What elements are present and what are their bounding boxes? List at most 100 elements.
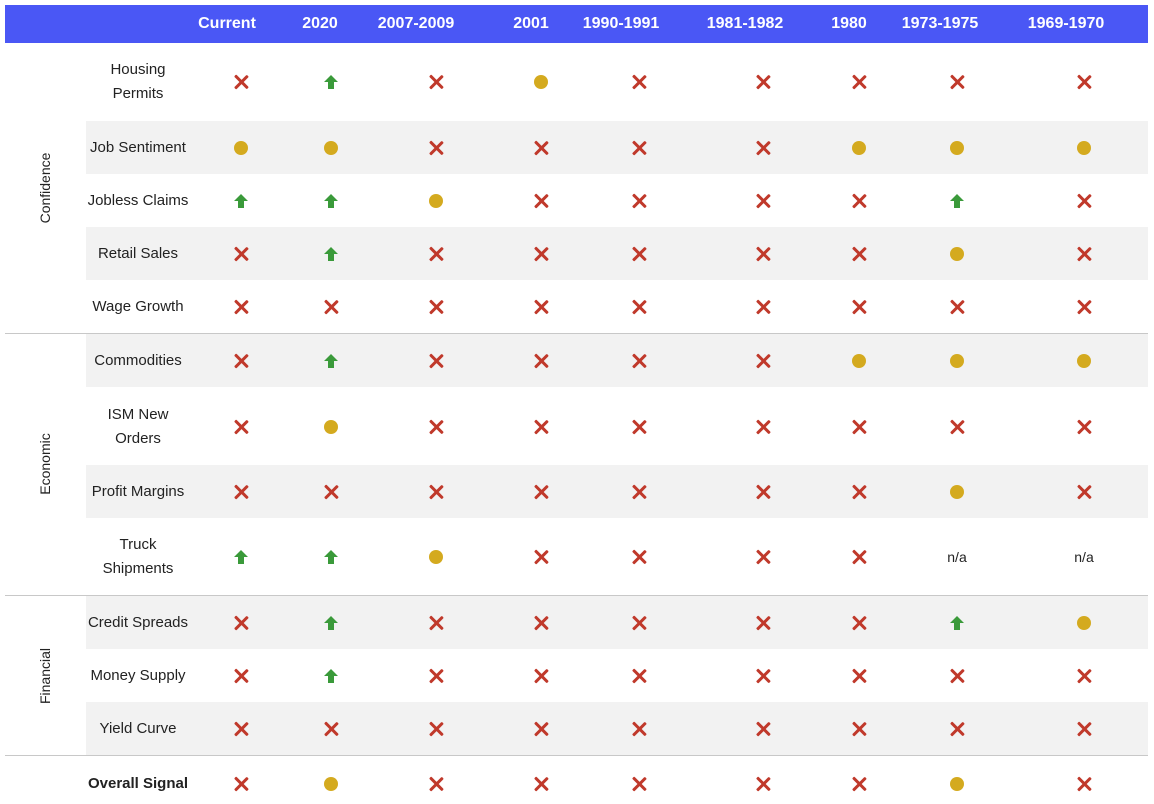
x-icon xyxy=(317,293,345,321)
dot-icon xyxy=(943,240,971,268)
dot-icon xyxy=(317,770,345,798)
x-icon xyxy=(845,770,873,798)
column-header: 2020 xyxy=(302,15,338,32)
x-mark xyxy=(533,246,549,262)
x-icon xyxy=(1070,240,1098,268)
dot-mark xyxy=(534,75,548,89)
x-mark xyxy=(533,615,549,631)
x-mark xyxy=(1076,246,1092,262)
x-icon xyxy=(749,187,777,215)
column-header: 1973-1975 xyxy=(901,15,979,32)
x-mark xyxy=(851,549,867,565)
x-mark xyxy=(755,721,771,737)
column-header: 1969-1970 xyxy=(1027,15,1105,32)
x-mark xyxy=(851,419,867,435)
x-icon xyxy=(227,662,255,690)
group-divider xyxy=(5,595,1148,596)
x-icon xyxy=(527,770,555,798)
dot-icon xyxy=(317,134,345,162)
dot-icon xyxy=(422,543,450,571)
x-icon xyxy=(625,770,653,798)
na-text: n/a xyxy=(1070,543,1098,571)
x-icon xyxy=(845,715,873,743)
x-icon xyxy=(845,240,873,268)
x-icon xyxy=(749,770,777,798)
row-label: Jobless Claims xyxy=(87,192,189,209)
x-mark xyxy=(755,549,771,565)
x-mark xyxy=(233,615,249,631)
x-mark xyxy=(533,419,549,435)
arrow-up-mark xyxy=(324,194,338,208)
x-icon xyxy=(527,662,555,690)
x-icon xyxy=(227,413,255,441)
x-mark xyxy=(233,668,249,684)
x-mark xyxy=(233,299,249,315)
x-mark xyxy=(428,140,444,156)
x-mark xyxy=(1076,776,1092,792)
x-icon xyxy=(943,293,971,321)
dot-mark xyxy=(324,420,338,434)
x-icon xyxy=(625,347,653,375)
x-mark xyxy=(428,419,444,435)
x-mark xyxy=(233,246,249,262)
x-icon xyxy=(625,240,653,268)
dot-mark xyxy=(1077,141,1091,155)
x-icon xyxy=(943,662,971,690)
x-mark xyxy=(755,74,771,90)
x-icon xyxy=(317,715,345,743)
column-header: 1990-1991 xyxy=(582,15,660,32)
x-mark xyxy=(851,668,867,684)
x-icon xyxy=(422,715,450,743)
x-icon xyxy=(1070,770,1098,798)
dot-mark xyxy=(234,141,248,155)
dot-icon xyxy=(943,134,971,162)
arrow-up-icon xyxy=(317,543,345,571)
x-icon xyxy=(749,662,777,690)
x-icon xyxy=(422,770,450,798)
x-mark xyxy=(533,776,549,792)
x-icon xyxy=(527,293,555,321)
x-icon xyxy=(1070,478,1098,506)
arrow-up-mark xyxy=(324,550,338,564)
na-label: n/a xyxy=(947,549,967,565)
group-label-confidence: Confidence xyxy=(37,152,53,224)
column-header: 2001 xyxy=(513,15,549,32)
x-icon xyxy=(749,715,777,743)
x-icon xyxy=(1070,68,1098,96)
x-mark xyxy=(533,193,549,209)
dot-icon xyxy=(1070,347,1098,375)
row-label: Overall Signal xyxy=(87,775,189,792)
dot-icon xyxy=(1070,609,1098,637)
x-mark xyxy=(233,484,249,500)
x-mark xyxy=(851,721,867,737)
dot-mark xyxy=(950,485,964,499)
x-icon xyxy=(422,293,450,321)
x-mark xyxy=(233,721,249,737)
x-mark xyxy=(755,419,771,435)
arrow-up-icon xyxy=(227,187,255,215)
x-mark xyxy=(631,140,647,156)
x-icon xyxy=(227,478,255,506)
x-icon xyxy=(625,715,653,743)
x-icon xyxy=(227,715,255,743)
x-icon xyxy=(422,347,450,375)
dot-icon xyxy=(227,134,255,162)
row-label: Money Supply xyxy=(90,667,186,684)
x-mark xyxy=(1076,721,1092,737)
x-mark xyxy=(631,299,647,315)
x-mark xyxy=(949,721,965,737)
arrow-up-mark xyxy=(324,616,338,630)
arrow-up-mark xyxy=(234,550,248,564)
na-label: n/a xyxy=(1074,549,1094,565)
arrow-up-mark xyxy=(950,616,964,630)
dot-mark xyxy=(950,354,964,368)
x-icon xyxy=(527,134,555,162)
arrow-up-mark xyxy=(324,75,338,89)
x-icon xyxy=(749,413,777,441)
x-icon xyxy=(749,68,777,96)
x-mark xyxy=(533,721,549,737)
x-icon xyxy=(527,413,555,441)
x-icon xyxy=(625,413,653,441)
x-mark xyxy=(631,668,647,684)
x-mark xyxy=(1076,419,1092,435)
